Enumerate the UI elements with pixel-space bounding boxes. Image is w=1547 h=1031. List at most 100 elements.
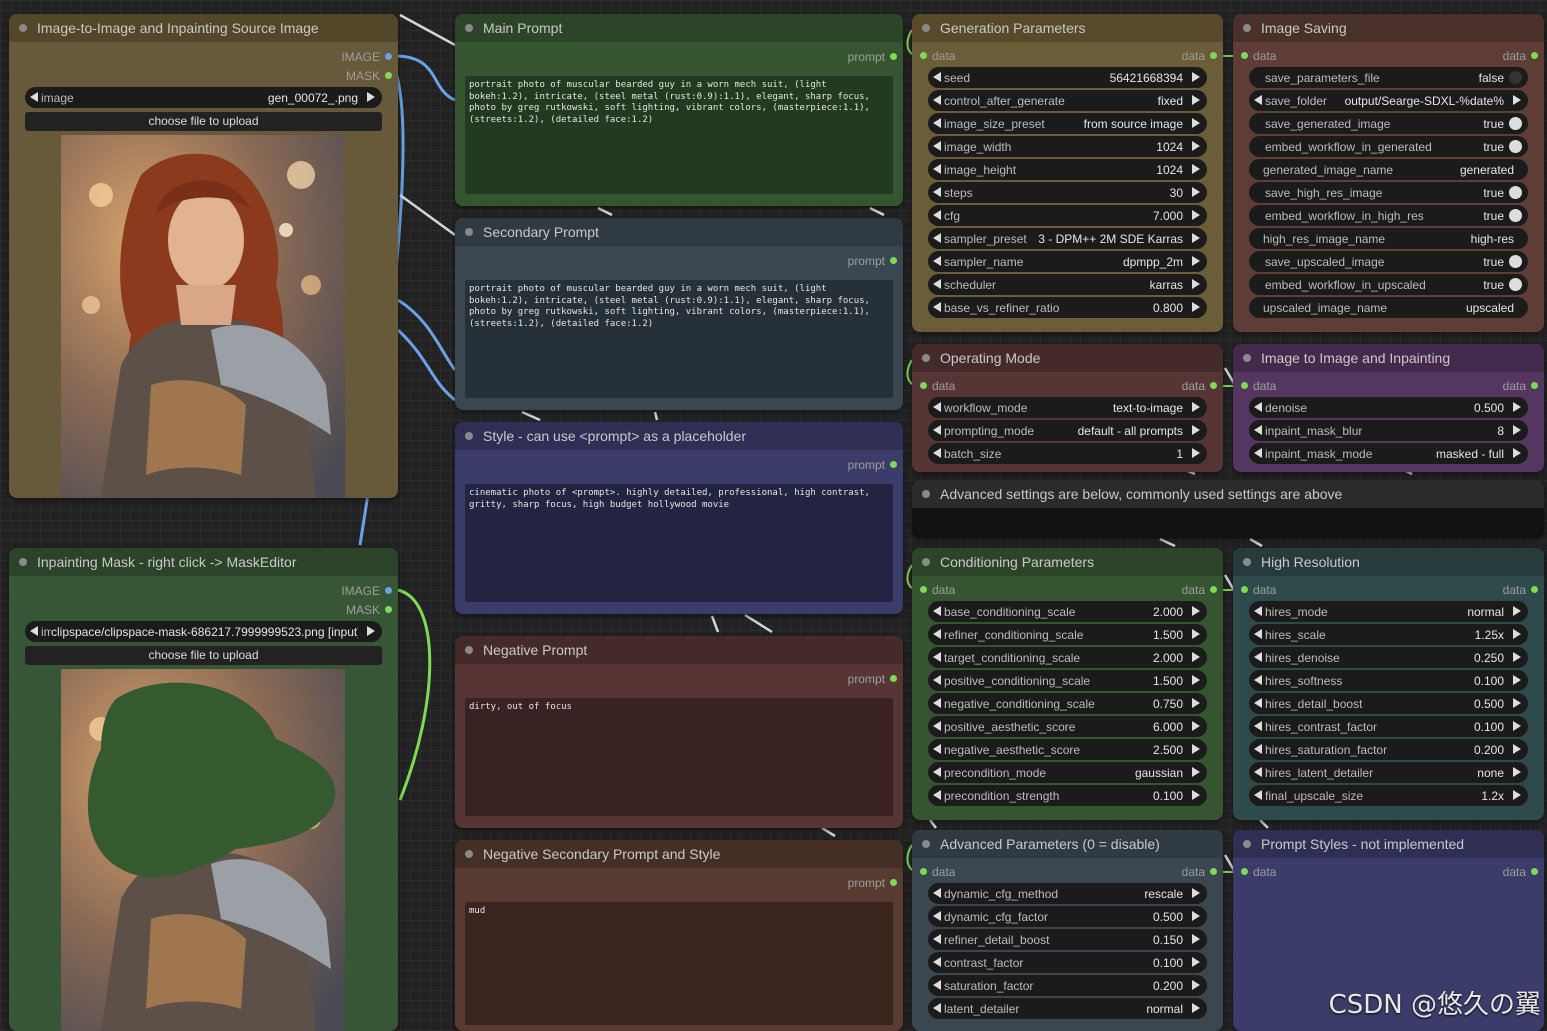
increment-arrow-icon[interactable] xyxy=(1192,934,1200,944)
field-latent-detailer[interactable]: latent_detailer normal xyxy=(928,998,1207,1019)
decrement-arrow-icon[interactable] xyxy=(30,92,38,102)
toggle-save-upscaled-image[interactable]: save_upscaled_image true xyxy=(1249,251,1528,272)
node-negative-secondary[interactable]: Negative Secondary Prompt and Style prom… xyxy=(455,840,903,1031)
decrement-arrow-icon[interactable] xyxy=(1254,448,1262,458)
field-target-conditioning-scale[interactable]: target_conditioning_scale 2.000 xyxy=(928,647,1207,668)
decrement-arrow-icon[interactable] xyxy=(933,256,941,266)
decrement-arrow-icon[interactable] xyxy=(933,402,941,412)
field-sampler-preset[interactable]: sampler_preset 3 - DPM++ 2M SDE Karras xyxy=(928,228,1207,249)
field-base-vs-refiner-ratio[interactable]: base_vs_refiner_ratio 0.800 xyxy=(928,297,1207,318)
decrement-arrow-icon[interactable] xyxy=(933,721,941,731)
field-hires-mode[interactable]: hires_mode normal xyxy=(1249,601,1528,622)
increment-arrow-icon[interactable] xyxy=(1192,980,1200,990)
increment-arrow-icon[interactable] xyxy=(1513,721,1521,731)
decrement-arrow-icon[interactable] xyxy=(933,95,941,105)
increment-arrow-icon[interactable] xyxy=(1192,629,1200,639)
node-header[interactable]: Negative Secondary Prompt and Style xyxy=(455,840,903,868)
input-pin-data[interactable] xyxy=(1241,868,1248,875)
field-hires-detail-boost[interactable]: hires_detail_boost 0.500 xyxy=(1249,693,1528,714)
toggle-knob-icon[interactable] xyxy=(1509,117,1522,130)
prompt-textarea[interactable]: cinematic photo of <prompt>. highly deta… xyxy=(465,484,893,602)
toggle-knob-icon[interactable] xyxy=(1509,186,1522,199)
decrement-arrow-icon[interactable] xyxy=(1254,402,1262,412)
increment-arrow-icon[interactable] xyxy=(1192,402,1200,412)
toggle-knob-icon[interactable] xyxy=(1509,278,1522,291)
field-hires-contrast-factor[interactable]: hires_contrast_factor 0.100 xyxy=(1249,716,1528,737)
node-style[interactable]: Style - can use <prompt> as a placeholde… xyxy=(455,422,903,614)
node-operating-mode[interactable]: Operating Mode data data workflow_mode text-… xyxy=(912,344,1223,472)
field-negative-aesthetic-score[interactable]: negative_aesthetic_score 2.500 xyxy=(928,739,1207,760)
field-image-width[interactable]: image_width 1024 xyxy=(928,136,1207,157)
node-header[interactable]: Prompt Styles - not implemented xyxy=(1233,830,1544,858)
decrement-arrow-icon[interactable] xyxy=(933,957,941,967)
input-pin-data[interactable] xyxy=(920,52,927,59)
decrement-arrow-icon[interactable] xyxy=(1254,744,1262,754)
increment-arrow-icon[interactable] xyxy=(1192,279,1200,289)
increment-arrow-icon[interactable] xyxy=(1192,302,1200,312)
increment-arrow-icon[interactable] xyxy=(1513,675,1521,685)
input-pin-data[interactable] xyxy=(1241,52,1248,59)
field-precondition-mode[interactable]: precondition_mode gaussian xyxy=(928,762,1207,783)
field-dynamic-cfg-method[interactable]: dynamic_cfg_method rescale xyxy=(928,883,1207,904)
increment-arrow-icon[interactable] xyxy=(1192,911,1200,921)
field-upscaled-image-name[interactable]: upscaled_image_name upscaled xyxy=(1249,297,1528,318)
collapse-dot[interactable] xyxy=(1243,354,1251,362)
increment-arrow-icon[interactable] xyxy=(1192,652,1200,662)
decrement-arrow-icon[interactable] xyxy=(933,980,941,990)
field-high-res-image-name[interactable]: high_res_image_name high-res xyxy=(1249,228,1528,249)
input-pin-data[interactable] xyxy=(1241,586,1248,593)
increment-arrow-icon[interactable] xyxy=(1192,95,1200,105)
field-inpaint-mask-blur[interactable]: inpaint_mask_blur 8 xyxy=(1249,420,1528,441)
collapse-dot[interactable] xyxy=(1243,24,1251,32)
increment-arrow-icon[interactable] xyxy=(1513,652,1521,662)
decrement-arrow-icon[interactable] xyxy=(1254,652,1262,662)
decrement-arrow-icon[interactable] xyxy=(1254,95,1262,105)
field-contrast-factor[interactable]: contrast_factor 0.100 xyxy=(928,952,1207,973)
field-image-size-preset[interactable]: image_size_preset from source image xyxy=(928,113,1207,134)
decrement-arrow-icon[interactable] xyxy=(933,911,941,921)
decrement-arrow-icon[interactable] xyxy=(933,934,941,944)
increment-arrow-icon[interactable] xyxy=(1513,744,1521,754)
upload-button[interactable]: choose file to upload xyxy=(25,112,382,131)
node-negative-prompt[interactable]: Negative Prompt prompt dirty, out of foc… xyxy=(455,636,903,828)
decrement-arrow-icon[interactable] xyxy=(933,675,941,685)
node-conditioning-parameters[interactable]: Conditioning Parameters data data base_cond… xyxy=(912,548,1223,820)
decrement-arrow-icon[interactable] xyxy=(30,626,38,636)
collapse-dot[interactable] xyxy=(465,24,473,32)
field-hires-denoise[interactable]: hires_denoise 0.250 xyxy=(1249,647,1528,668)
decrement-arrow-icon[interactable] xyxy=(933,629,941,639)
toggle-knob-icon[interactable] xyxy=(1509,71,1522,84)
field-sampler-name[interactable]: sampler_name dpmpp_2m xyxy=(928,251,1207,272)
increment-arrow-icon[interactable] xyxy=(1192,448,1200,458)
node-image-to-image[interactable]: Image to Image and Inpainting data data den… xyxy=(1233,344,1544,472)
increment-arrow-icon[interactable] xyxy=(1192,233,1200,243)
decrement-arrow-icon[interactable] xyxy=(933,448,941,458)
decrement-arrow-icon[interactable] xyxy=(1254,721,1262,731)
increment-arrow-icon[interactable] xyxy=(367,92,375,102)
increment-arrow-icon[interactable] xyxy=(1192,164,1200,174)
decrement-arrow-icon[interactable] xyxy=(933,606,941,616)
increment-arrow-icon[interactable] xyxy=(1192,790,1200,800)
collapse-dot[interactable] xyxy=(1243,840,1251,848)
increment-arrow-icon[interactable] xyxy=(1192,141,1200,151)
output-pin-data[interactable] xyxy=(1210,382,1217,389)
decrement-arrow-icon[interactable] xyxy=(1254,790,1262,800)
output-pin-data[interactable] xyxy=(1531,382,1538,389)
field-hires-latent-detailer[interactable]: hires_latent_detailer none xyxy=(1249,762,1528,783)
collapse-dot[interactable] xyxy=(922,490,930,498)
decrement-arrow-icon[interactable] xyxy=(933,118,941,128)
node-header[interactable]: High Resolution xyxy=(1233,548,1544,576)
increment-arrow-icon[interactable] xyxy=(1192,767,1200,777)
increment-arrow-icon[interactable] xyxy=(1192,744,1200,754)
node-high-resolution[interactable]: High Resolution data data hires_mode normal h… xyxy=(1233,548,1544,820)
output-pin-data[interactable] xyxy=(1531,52,1538,59)
collapse-dot[interactable] xyxy=(922,24,930,32)
node-header[interactable]: Negative Prompt xyxy=(455,636,903,664)
node-header[interactable]: Image Saving xyxy=(1233,14,1544,42)
decrement-arrow-icon[interactable] xyxy=(1254,698,1262,708)
node-header[interactable]: Advanced Parameters (0 = disable) xyxy=(912,830,1223,858)
field-saturation-factor[interactable]: saturation_factor 0.200 xyxy=(928,975,1207,996)
field-image-height[interactable]: image_height 1024 xyxy=(928,159,1207,180)
increment-arrow-icon[interactable] xyxy=(1192,210,1200,220)
output-pin-image[interactable] xyxy=(385,53,392,60)
